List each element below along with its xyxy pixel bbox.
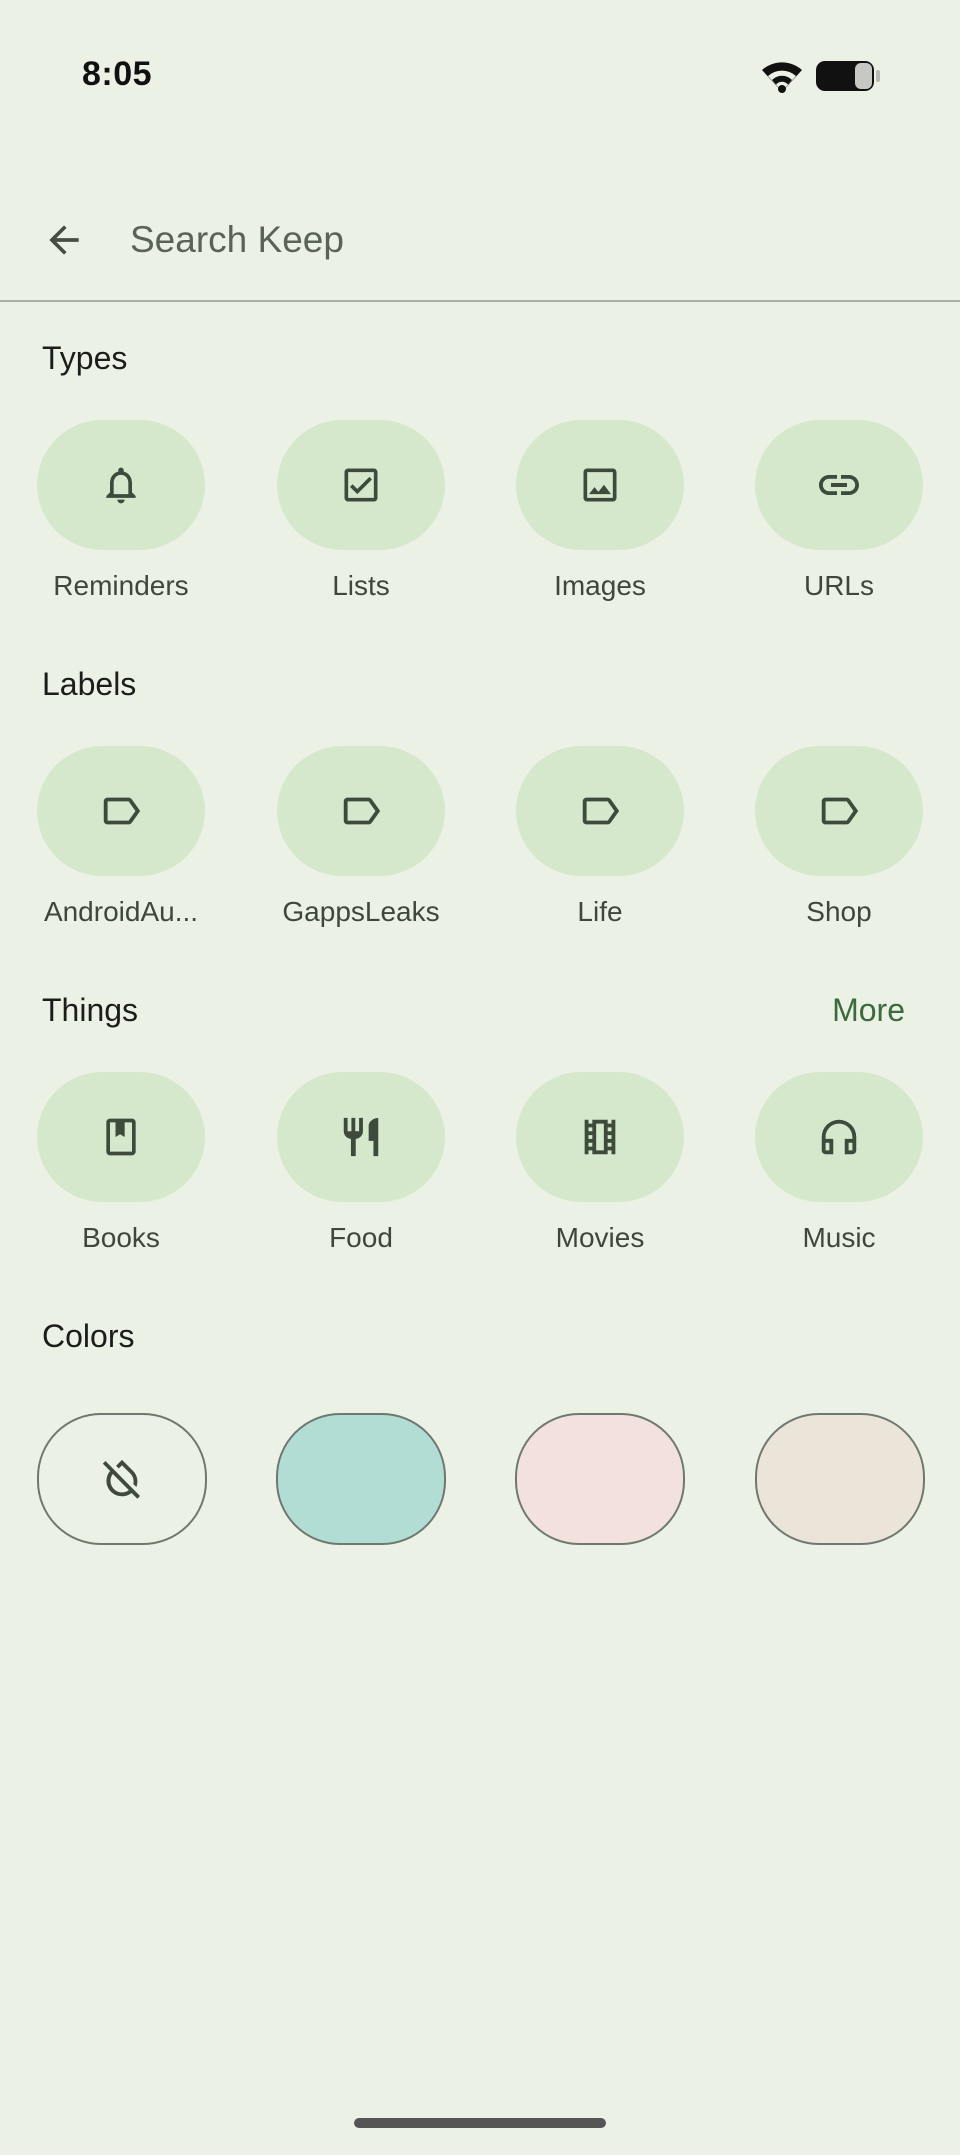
type-reminders-label: Reminders bbox=[53, 570, 189, 601]
thing-food-tile[interactable]: Food bbox=[250, 1072, 470, 1262]
type-urls-tile[interactable]: URLs bbox=[728, 420, 948, 610]
thing-food-chip bbox=[277, 1072, 445, 1202]
type-lists-label: Lists bbox=[332, 570, 390, 601]
type-lists-chip bbox=[277, 420, 445, 550]
thing-books-label: Books bbox=[82, 1222, 160, 1253]
search-input[interactable] bbox=[130, 208, 910, 272]
color-pink-button[interactable] bbox=[515, 1413, 685, 1545]
thing-movies-tile[interactable]: Movies bbox=[489, 1072, 709, 1262]
color-none-button[interactable] bbox=[37, 1413, 207, 1545]
label-androidau-tile[interactable]: AndroidAu... bbox=[10, 746, 230, 936]
bell-icon bbox=[99, 463, 143, 507]
color-teal-button[interactable] bbox=[276, 1413, 446, 1545]
label-icon bbox=[98, 788, 144, 834]
label-shop-label: Shop bbox=[806, 896, 872, 927]
book-icon bbox=[99, 1115, 143, 1159]
section-title-labels: Labels bbox=[42, 666, 137, 702]
search-divider bbox=[0, 300, 960, 302]
label-androidau-label: AndroidAu... bbox=[43, 896, 199, 927]
type-lists-tile[interactable]: Lists bbox=[250, 420, 470, 610]
type-urls-label: URLs bbox=[803, 570, 874, 601]
no-color-icon bbox=[99, 1456, 145, 1502]
thing-music-chip bbox=[755, 1072, 923, 1202]
label-gappsleaks-tile[interactable]: GappsLeaks bbox=[250, 746, 470, 936]
back-button[interactable] bbox=[24, 200, 104, 280]
thing-movies-chip bbox=[516, 1072, 684, 1202]
label-life-label: Life bbox=[577, 896, 623, 927]
checkbox-icon bbox=[339, 463, 383, 507]
labels-row: AndroidAu... GappsLeaks Life Shop bbox=[0, 746, 960, 936]
label-gappsleaks-chip bbox=[277, 746, 445, 876]
section-title-colors: Colors bbox=[42, 1318, 135, 1354]
type-reminders-chip bbox=[37, 420, 205, 550]
things-row: Books Food Movies Music bbox=[0, 1072, 960, 1262]
type-images-chip bbox=[516, 420, 684, 550]
things-more-button[interactable]: More bbox=[832, 992, 905, 1029]
status-time: 8:05 bbox=[82, 55, 153, 93]
label-icon bbox=[816, 788, 862, 834]
search-bar bbox=[0, 178, 960, 298]
label-shop-tile[interactable]: Shop bbox=[728, 746, 948, 936]
label-icon bbox=[577, 788, 623, 834]
type-reminders-tile[interactable]: Reminders bbox=[10, 420, 230, 610]
wifi-icon bbox=[760, 58, 804, 94]
restaurant-icon bbox=[338, 1114, 384, 1160]
home-indicator[interactable] bbox=[354, 2118, 606, 2128]
section-title-things: Things bbox=[42, 992, 139, 1028]
status-bar: 8:05 bbox=[0, 0, 960, 150]
label-gappsleaks-label: GappsLeaks bbox=[282, 896, 440, 927]
types-row: Reminders Lists Images URLs bbox=[0, 420, 960, 610]
thing-food-label: Food bbox=[329, 1222, 393, 1253]
type-images-tile[interactable]: Images bbox=[489, 420, 709, 610]
thing-music-label: Music bbox=[802, 1222, 876, 1253]
arrow-back-icon bbox=[42, 218, 86, 262]
color-beige-button[interactable] bbox=[755, 1413, 925, 1545]
thing-books-tile[interactable]: Books bbox=[10, 1072, 230, 1262]
headphones-icon bbox=[816, 1114, 862, 1160]
thing-movies-label: Movies bbox=[555, 1222, 645, 1253]
section-title-types: Types bbox=[42, 340, 128, 376]
label-life-chip bbox=[516, 746, 684, 876]
label-icon bbox=[338, 788, 384, 834]
link-icon bbox=[815, 461, 863, 509]
image-icon bbox=[578, 463, 622, 507]
label-androidau-chip bbox=[37, 746, 205, 876]
thing-books-chip bbox=[37, 1072, 205, 1202]
type-urls-chip bbox=[755, 420, 923, 550]
film-icon bbox=[577, 1114, 623, 1160]
type-images-label: Images bbox=[554, 570, 646, 601]
label-shop-chip bbox=[755, 746, 923, 876]
thing-music-tile[interactable]: Music bbox=[728, 1072, 948, 1262]
battery-icon bbox=[815, 60, 881, 92]
label-life-tile[interactable]: Life bbox=[489, 746, 709, 936]
